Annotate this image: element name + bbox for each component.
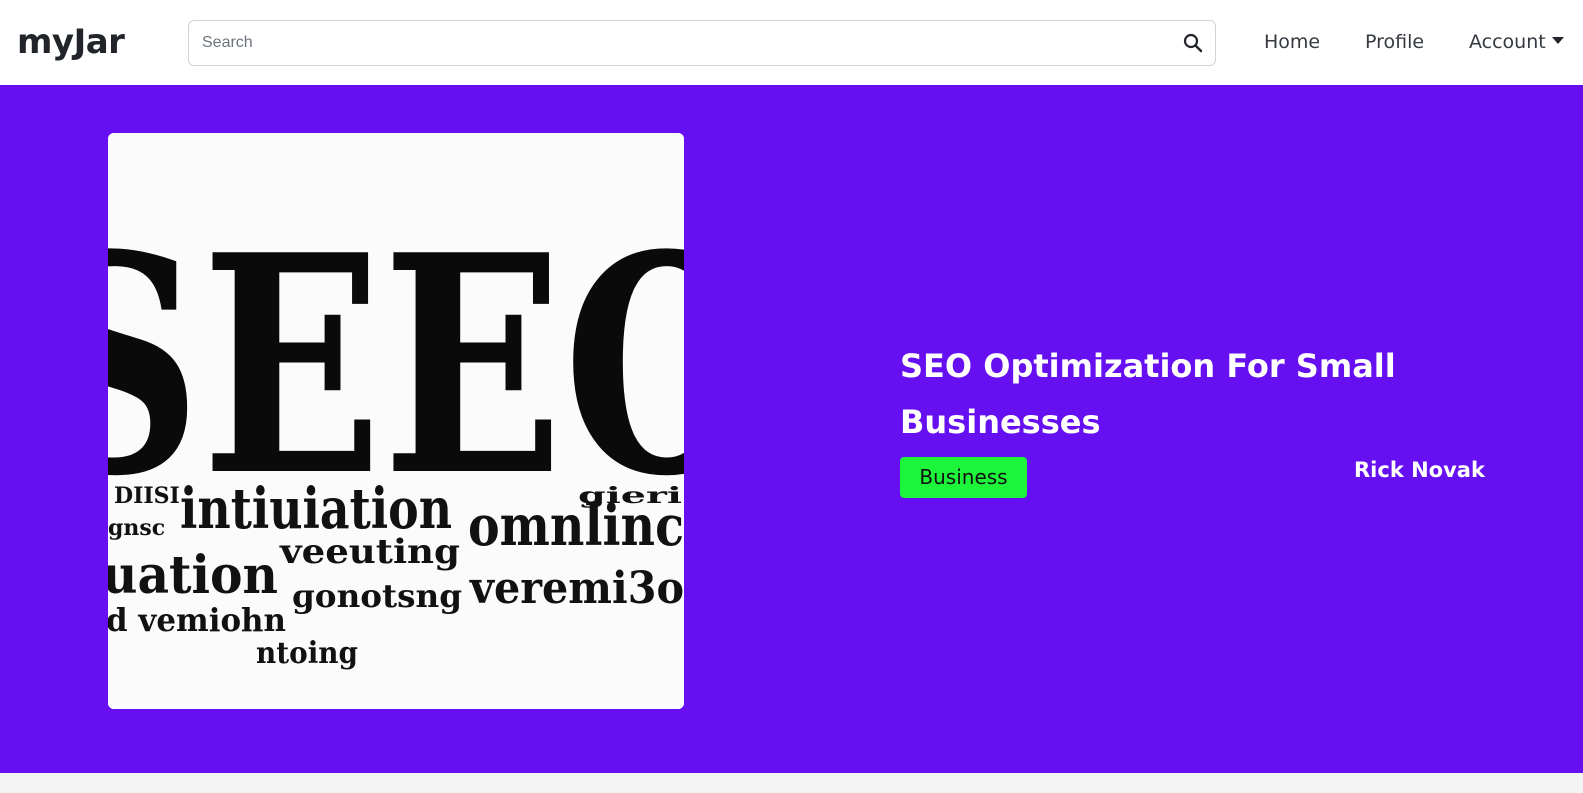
image-word: gnsc xyxy=(108,515,165,541)
image-word: ɡonotsng xyxy=(292,577,462,615)
author-name[interactable]: Rick Novak xyxy=(1354,458,1485,482)
page-bottom-strip xyxy=(0,773,1583,793)
image-word: veremi3o xyxy=(469,563,684,614)
image-word: uation xyxy=(108,545,278,606)
nav-profile-link[interactable]: Profile xyxy=(1365,31,1424,53)
image-word: d vemiohn xyxy=(108,601,286,639)
navbar: myJar Home Profile Account xyxy=(0,0,1583,85)
search-input[interactable] xyxy=(189,21,1149,65)
image-word: DIISI xyxy=(114,483,180,509)
nav-home-link[interactable]: Home xyxy=(1264,31,1320,53)
brand-logo[interactable]: myJar xyxy=(17,22,125,62)
seo-text-illustration: SEEO DIISI intiuiation gnsc omnlinc uati… xyxy=(108,133,684,709)
image-word: gieri xyxy=(578,483,682,509)
post-title: SEO Optimization For Small Businesses xyxy=(900,347,1396,441)
nav-account-label: Account xyxy=(1469,31,1546,53)
category-badge[interactable]: Business xyxy=(900,457,1027,498)
search-icon[interactable] xyxy=(1183,33,1203,53)
image-word: veeuting xyxy=(279,532,460,572)
nav-account-dropdown[interactable]: Account xyxy=(1469,31,1564,53)
post-image: SEEO DIISI intiuiation gnsc omnlinc uati… xyxy=(108,133,684,709)
hero-banner: SEEO DIISI intiuiation gnsc omnlinc uati… xyxy=(0,85,1583,773)
search-bar xyxy=(188,20,1216,66)
image-word: ntoing xyxy=(256,636,358,671)
caret-down-icon xyxy=(1551,37,1564,44)
